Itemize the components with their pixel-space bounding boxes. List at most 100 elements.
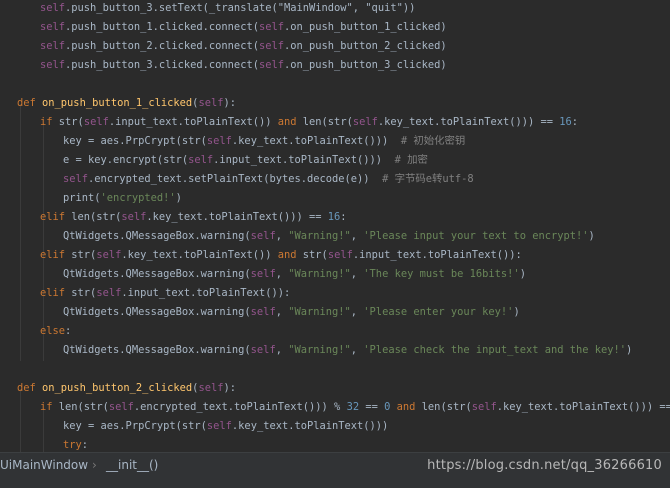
code-token-self: self [250,344,276,356]
indent-guide [20,104,21,361]
code-token-self: self [40,59,66,71]
code-line: if str(self.input_text.toPlainText()) an… [40,113,578,132]
code-line: def on_push_button_1_clicked(self): [17,94,236,113]
code-token-plain: len(str( [302,116,353,128]
code-token-num: 32 [346,401,360,413]
code-token-fn: on_push_button_1_clicked [42,97,193,109]
code-token-plain: .key_text.toPlainText()) [121,249,278,261]
code-token-self: self [40,40,66,52]
code-token-self: self [352,116,378,128]
code-token-plain: .key_text.toPlainText())) == [377,116,560,128]
code-token-kw: and [277,249,303,261]
watermark-text: https://blog.csdn.net/qq_36266610 [427,458,662,473]
code-token-cmt: # 字节码e转utf-8 [382,173,474,185]
code-line: if len(str(self.encrypted_text.toPlainTe… [40,398,670,417]
code-token-plain: , [350,230,364,242]
code-line: elif len(str(self.key_text.toPlainText()… [40,208,347,227]
code-line: QtWidgets.QMessageBox.warning(self, "War… [63,341,632,360]
code-token-self: self [96,287,122,299]
code-token-plain: ) [626,344,633,356]
code-token-plain: ) [513,306,520,318]
code-token-cmt: # 初始化密钥 [400,135,466,147]
code-editor[interactable]: self .push_button_3.setText(_translate("M… [0,0,670,452]
code-token-kw: try [63,439,82,451]
code-line: self.encrypted_text.setPlainText(bytes.d… [63,170,474,189]
code-token-plain: .key_text.toPlainText())) [231,135,401,147]
code-token-plain: str( [71,287,97,299]
code-token-self: self [250,306,276,318]
code-token-plain: .encrypted_text.toPlainText())) % [133,401,347,413]
code-token-plain: .on_push_button_2_clicked) [284,40,447,52]
code-token-str: "Warning!" [288,268,351,280]
code-token-plain: , [350,306,364,318]
code-token-plain: len(str( [71,211,122,223]
code-token-plain: .push_button_3.setText(_translate("MainW… [65,2,416,14]
code-token-plain: .input_text.toPlainText())) [213,154,395,166]
code-token-plain: == [359,401,385,413]
code-token-self: self [258,59,284,71]
code-token-self: self [327,249,353,261]
code-line: e = key.encrypt(str(self.input_text.toPl… [63,151,428,170]
code-token-plain: : [340,211,347,223]
code-line: try: [63,436,88,452]
code-token-self: self [121,211,147,223]
code-token-self: self [206,135,232,147]
code-token-kw: elif [40,211,72,223]
code-token-self: self [258,40,284,52]
code-line: self.push_button_1.clicked.connect(self.… [40,18,447,37]
code-token-plain: .on_push_button_3_clicked) [284,59,447,71]
code-token-self: self [188,154,214,166]
breadcrumb-class[interactable]: UiMainWindow [0,457,88,473]
code-token-self: self [198,97,224,109]
code-token-plain: len(str( [421,401,472,413]
code-token-str: 'Please input your text to encrypt!' [363,230,589,242]
code-line: self.push_button_3.setText(_translate("M… [40,0,415,18]
code-line: elif str( self .key_text.toPlainText()) an… [40,246,522,265]
code-token-plain: , [350,344,364,356]
code-token-str: 'Please enter your key!' [363,306,514,318]
code-token-self: self [83,116,109,128]
code-token-plain: : [571,116,579,128]
code-token-plain: ) [588,230,595,242]
code-line: print('encrypted!') [63,189,182,208]
code-token-plain: .on_push_button_1_clicked) [284,21,447,33]
code-token-plain: .push_button_1.clicked.connect( [65,21,259,33]
code-token-plain: print( [63,192,101,204]
code-token-self: self [250,268,276,280]
breadcrumb-method[interactable]: __init__() [106,457,158,473]
code-token-plain: QtWidgets.QMessageBox.warning( [63,344,251,356]
code-token-kw: def [17,382,43,394]
code-token-str: 'Please check the input_text and the key… [363,344,627,356]
code-token-plain: , [350,268,364,280]
code-token-plain: str( [71,249,97,261]
code-token-kw: elif [40,249,72,261]
code-token-plain: key = aes.PrpCrypt(str( [63,420,207,432]
code-token-plain: len(str( [58,401,109,413]
code-line: key = aes.PrpCrypt(str(self.key_text.toP… [63,417,388,436]
code-line: else: [40,322,71,341]
code-token-plain: .encrypted_text.setPlainText(bytes.decod… [88,173,383,185]
code-token-plain: e = key.encrypt(str( [63,154,189,166]
code-token-plain: , [275,344,289,356]
code-line: elif str(self.input_text.toPlainText()): [40,284,290,303]
code-token-plain: key = aes.PrpCrypt(str( [63,135,207,147]
code-token-kw: if [40,401,59,413]
code-token-fn: on_push_button_2_clicked [42,382,193,394]
code-token-self: self [471,401,497,413]
code-token-num: 16 [559,116,572,128]
code-token-plain: .input_text.toPlainText()) [108,116,278,128]
code-token-kw: and [396,401,422,413]
code-token-plain: : [81,439,89,451]
code-token-kw: and [277,116,303,128]
code-token-plain: ) [175,192,182,204]
code-token-plain: QtWidgets.QMessageBox.warning( [63,306,251,318]
code-token-str: "Warning!" [288,306,351,318]
code-token-self: self [258,21,284,33]
code-token-plain: .input_text.toPlainText()): [121,287,291,299]
code-token-plain: .input_text.toPlainText()): [352,249,522,261]
code-token-plain: , [275,268,289,280]
code-token-num: 16 [327,211,341,223]
code-token-plain: ) [519,268,526,280]
code-token-plain: .key_text.toPlainText())) [231,420,389,432]
code-token-self: self [198,382,224,394]
